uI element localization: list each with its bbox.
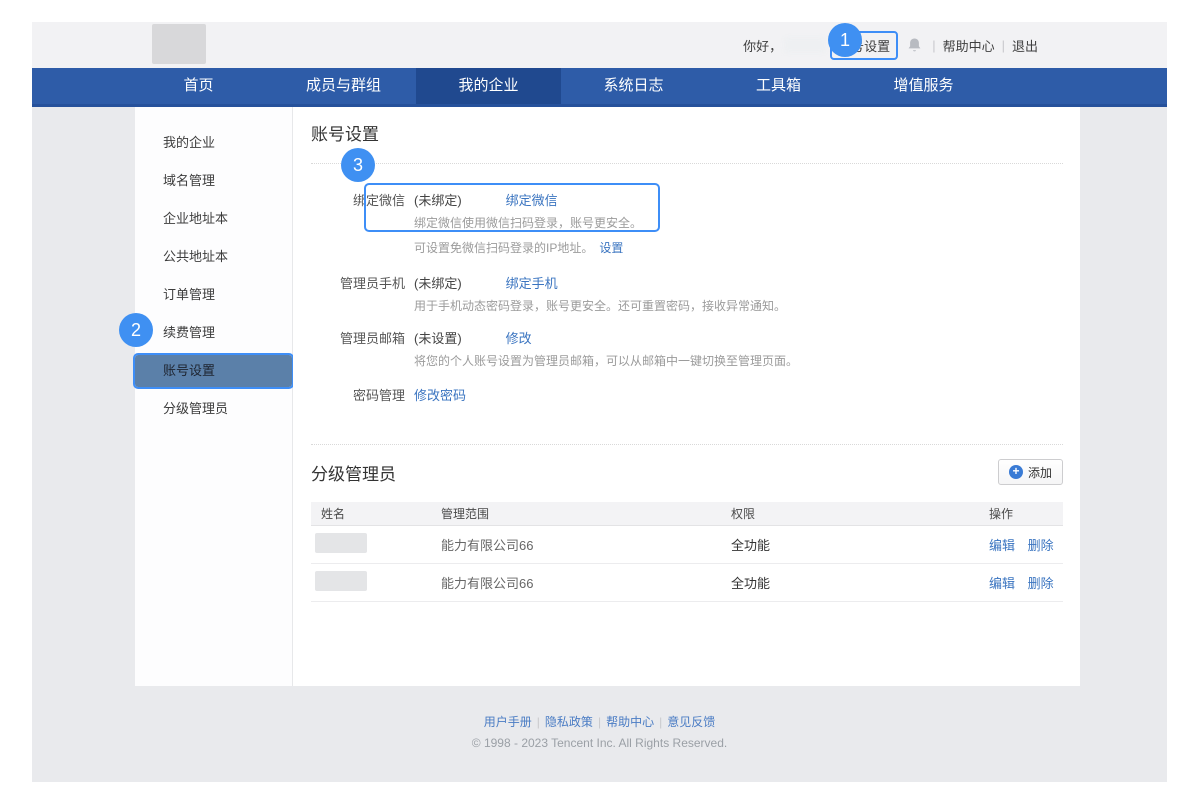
setting-label: 管理员手机 [311,273,405,316]
annotation-badge-2: 2 [119,313,153,347]
setting-status: (未设置) [414,328,462,349]
sidebar-item-enterprise-address-book[interactable]: 企业地址本 [135,203,292,235]
add-button-label: 添加 [1028,464,1052,481]
setting-desc: 将您的个人账号设置为管理员邮箱，可以从邮箱中一键切换至管理页面。 [414,351,798,371]
table-header-row: 姓名 管理范围 权限 操作 [311,502,1063,526]
top-bar-account-area: 你好， 账号设置 | 帮助中心 | 退出 [743,22,1038,68]
col-header-permission: 权限 [731,505,989,522]
ip-whitelist-settings-link[interactable]: 设置 [599,241,623,255]
setting-label: 绑定微信 [311,190,405,258]
setting-status: (未绑定) [414,273,462,294]
footer-link-help-center[interactable]: 帮助中心 [606,715,654,729]
section-title: 分级管理员 [311,460,396,485]
setting-row-admin-phone: 管理员手机 (未绑定) 绑定手机 用于手机动态密码登录，账号更安全。还可重置密码… [311,273,1063,316]
logout-link[interactable]: 退出 [1012,36,1038,55]
admin-name-redacted [315,533,367,553]
delegated-admin-table: 姓名 管理范围 权限 操作 能力有限公司66 全功能 编辑 删除 [311,502,1063,602]
nav-tab-value-added-services[interactable]: 增值服务 [851,68,996,104]
setting-row-password: 密码管理 修改密码 [311,385,1063,406]
sidebar-item-domain-management[interactable]: 域名管理 [135,165,292,197]
plus-circle-icon: + [1009,465,1023,479]
admin-scope: 能力有限公司66 [441,535,731,554]
nav-tab-my-enterprise[interactable]: 我的企业 [416,68,561,104]
sidebar-item-public-address-book[interactable]: 公共地址本 [135,241,292,273]
edit-admin-link[interactable]: 编辑 [989,538,1015,553]
col-header-scope: 管理范围 [441,505,731,522]
divider [311,444,1063,445]
primary-nav-bar: 首页 成员与群组 我的企业 系统日志 工具箱 增值服务 [32,68,1167,107]
divider [311,163,1063,164]
table-row: 能力有限公司66 全功能 编辑 删除 [311,526,1063,564]
notification-bell-icon[interactable] [907,36,923,54]
footer-link-user-manual[interactable]: 用户手册 [484,715,532,729]
separator: | [1002,38,1005,53]
page-title: 账号设置 [311,107,1063,147]
col-header-actions: 操作 [989,505,1063,522]
sidebar-item-order-management[interactable]: 订单管理 [135,279,292,311]
main-panel: 账号设置 绑定微信 (未绑定) 绑定微信 绑定微信使用微信扫码登录，账号更安全。… [293,107,1080,686]
delegated-admin-header: 分级管理员 + 添加 [311,457,1063,487]
setting-desc: 用于手机动态密码登录，账号更安全。还可重置密码，接收异常通知。 [414,296,786,316]
footer-links: 用户手册 | 隐私政策 | 帮助中心 | 意见反馈 [32,713,1167,730]
sidebar-item-account-settings[interactable]: 账号设置 [135,355,292,387]
company-logo-redacted [152,24,206,64]
top-bar: 你好， 账号设置 | 帮助中心 | 退出 [32,22,1167,68]
table-row: 能力有限公司66 全功能 编辑 删除 [311,564,1063,602]
delete-admin-link[interactable]: 删除 [1028,576,1054,591]
setting-status: (未绑定) [414,190,462,211]
admin-console-window: 你好， 账号设置 | 帮助中心 | 退出 首页 成员与群组 我的企业 系统日志 … [32,22,1167,782]
setting-label: 密码管理 [311,385,405,406]
annotation-badge-1: 1 [828,23,862,57]
setting-desc: 绑定微信使用微信扫码登录，账号更安全。 [414,213,642,233]
sidebar-item-my-enterprise[interactable]: 我的企业 [135,127,292,159]
delete-admin-link[interactable]: 删除 [1028,538,1054,553]
username-redacted [784,37,826,53]
edit-admin-link[interactable]: 编辑 [989,576,1015,591]
page-footer: 用户手册 | 隐私政策 | 帮助中心 | 意见反馈 © 1998 - 2023 Tencen… [32,713,1167,750]
content-area: 我的企业 域名管理 企业地址本 公共地址本 订单管理 续费管理 账号设置 分级管… [32,107,1167,782]
setting-label: 管理员邮箱 [311,328,405,371]
separator: | [659,715,662,729]
add-admin-button[interactable]: + 添加 [998,459,1063,485]
help-center-link[interactable]: 帮助中心 [943,36,995,55]
admin-permission: 全功能 [731,535,989,554]
footer-link-feedback[interactable]: 意见反馈 [667,715,715,729]
bind-wechat-link[interactable]: 绑定微信 [506,190,558,211]
setting-extra-desc: 可设置免微信扫码登录的IP地址。设置 [414,238,642,258]
sidebar-item-renewal-management[interactable]: 续费管理 [135,317,292,349]
change-password-link[interactable]: 修改密码 [414,385,466,406]
nav-tab-system-logs[interactable]: 系统日志 [561,68,706,104]
separator: | [932,38,935,53]
admin-name-redacted [315,571,367,591]
extra-desc-text: 可设置免微信扫码登录的IP地址。 [414,241,593,255]
sidebar: 我的企业 域名管理 企业地址本 公共地址本 订单管理 续费管理 账号设置 分级管… [135,107,293,686]
nav-tab-members-groups[interactable]: 成员与群组 [271,68,416,104]
nav-tab-toolbox[interactable]: 工具箱 [706,68,851,104]
modify-admin-email-link[interactable]: 修改 [506,328,532,349]
annotation-badge-3: 3 [341,148,375,182]
col-header-name: 姓名 [311,505,441,522]
nav-tabs: 首页 成员与群组 我的企业 系统日志 工具箱 增值服务 [126,68,996,104]
screen: 你好， 账号设置 | 帮助中心 | 退出 首页 成员与群组 我的企业 系统日志 … [0,0,1196,795]
copyright-text: © 1998 - 2023 Tencent Inc. All Rights Re… [32,736,1167,750]
setting-row-admin-email: 管理员邮箱 (未设置) 修改 将您的个人账号设置为管理员邮箱，可以从邮箱中一键切… [311,328,1063,371]
footer-link-privacy-policy[interactable]: 隐私政策 [545,715,593,729]
admin-permission: 全功能 [731,573,989,592]
setting-row-wechat: 绑定微信 (未绑定) 绑定微信 绑定微信使用微信扫码登录，账号更安全。 可设置免… [311,190,1063,258]
separator: | [537,715,540,729]
separator: | [598,715,601,729]
greeting-text: 你好， [743,36,782,55]
bind-phone-link[interactable]: 绑定手机 [506,273,558,294]
nav-tab-home[interactable]: 首页 [126,68,271,104]
admin-scope: 能力有限公司66 [441,573,731,592]
sidebar-item-delegated-admins[interactable]: 分级管理员 [135,393,292,425]
